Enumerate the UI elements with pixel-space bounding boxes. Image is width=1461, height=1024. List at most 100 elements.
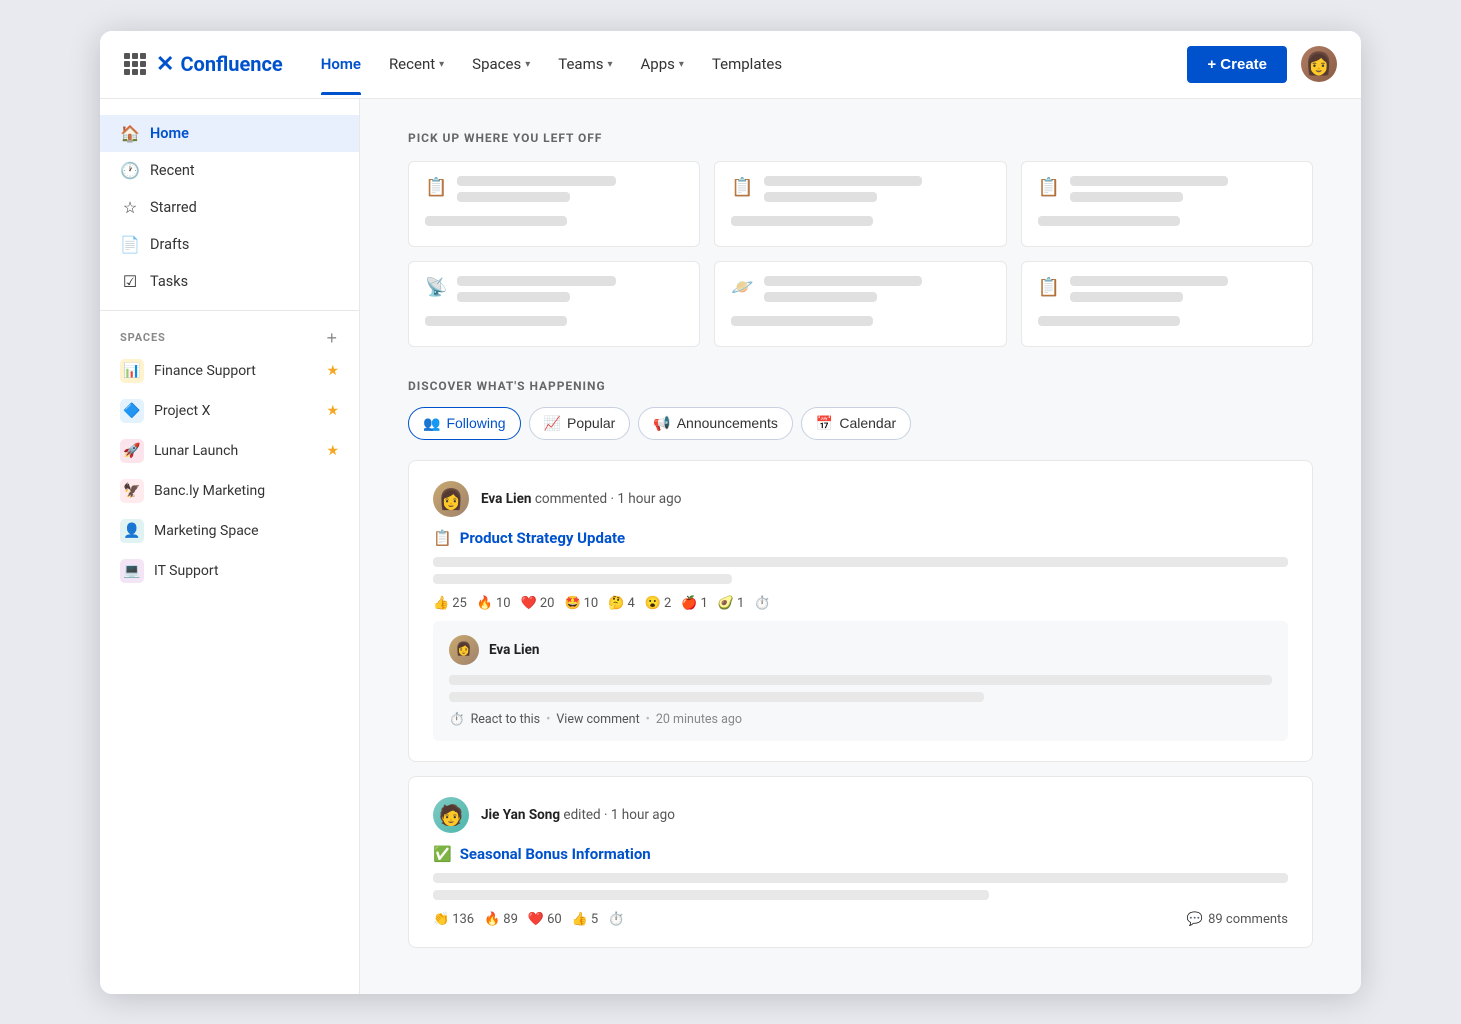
sidebar-item-home[interactable]: 🏠 Home [100, 115, 359, 152]
reaction-fire[interactable]: 🔥 10 [477, 596, 511, 611]
reaction-timer[interactable]: ⏱️ [608, 912, 624, 927]
reaction-clap[interactable]: 👏 136 [433, 912, 474, 927]
nav-spaces[interactable]: Spaces ▾ [458, 33, 544, 95]
card-content [764, 176, 990, 208]
card-line [457, 176, 615, 186]
card-line [731, 316, 873, 326]
activity-card: 👩 Eva Lien commented · 1 hour ago 📋 Prod… [408, 460, 1313, 762]
confluence-logo[interactable]: ✕ Confluence [156, 52, 283, 77]
card-line [1070, 276, 1228, 286]
sidebar-item-marketing-space[interactable]: 👤 Marketing Space [100, 511, 359, 551]
sidebar-item-it-support[interactable]: 💻 IT Support [100, 551, 359, 591]
finance-support-icon: 📊 [120, 359, 144, 383]
content-line [449, 692, 984, 702]
star-icon: ★ [326, 443, 339, 459]
card-line [457, 292, 570, 302]
activity-meta: Eva Lien commented · 1 hour ago [481, 491, 681, 507]
activity-card-footer: 👏 136 🔥 89 ❤️ 60 👍 5 ⏱️ 💬 89 comments [433, 912, 1288, 927]
recent-card[interactable]: 📡 [408, 261, 700, 347]
recent-card[interactable]: 📋 [714, 161, 1006, 247]
add-space-button[interactable]: + [324, 329, 339, 347]
card-content [1070, 176, 1296, 208]
logo-text: Confluence [180, 52, 282, 76]
doc-icon: 📋 [1038, 277, 1060, 298]
content-line [433, 873, 1288, 883]
activity-content-preview [433, 873, 1288, 900]
card-line [1038, 216, 1180, 226]
sidebar-item-tasks[interactable]: ☑ Tasks [100, 263, 359, 300]
sidebar-item-recent[interactable]: 🕐 Recent [100, 152, 359, 189]
reaction-avocado[interactable]: 🥑 1 [718, 596, 745, 611]
nav-templates[interactable]: Templates [698, 33, 796, 95]
tab-calendar[interactable]: 📅 Calendar [801, 407, 911, 440]
reaction-timer[interactable]: ⏱️ [754, 596, 770, 611]
reaction-heart[interactable]: ❤️ 60 [528, 912, 562, 927]
recent-card[interactable]: 📋 [408, 161, 700, 247]
clock-icon: 🕐 [120, 161, 140, 180]
tab-announcements[interactable]: 📢 Announcements [638, 407, 793, 440]
card-line [1038, 316, 1180, 326]
grid-icon[interactable] [124, 53, 146, 75]
card-header: 📡 [425, 276, 683, 308]
react-link[interactable]: React to this [471, 712, 541, 727]
reaction-apple[interactable]: 🍎 1 [681, 596, 708, 611]
sidebar-item-drafts[interactable]: 📄 Drafts [100, 226, 359, 263]
comments-count[interactable]: 💬 89 comments [1187, 912, 1288, 927]
nav-home[interactable]: Home [307, 33, 375, 95]
reaction-fire[interactable]: 🔥 89 [484, 912, 518, 927]
card-line [731, 216, 873, 226]
user-avatar[interactable]: 👩 [1301, 46, 1337, 82]
chevron-down-icon: ▾ [607, 59, 612, 70]
lunar-launch-icon: 🚀 [120, 439, 144, 463]
nav-apps[interactable]: Apps ▾ [627, 33, 698, 95]
card-line [764, 276, 922, 286]
activity-doc-link[interactable]: ✅ Seasonal Bonus Information [433, 845, 1288, 863]
calendar-icon: 📅 [816, 415, 833, 432]
tab-popular[interactable]: 📈 Popular [529, 407, 631, 440]
reaction-thinking[interactable]: 🤔 4 [608, 596, 635, 611]
reaction-surprised[interactable]: 😮 2 [645, 596, 672, 611]
project-x-icon: 🔷 [120, 399, 144, 423]
recent-card[interactable]: 📋 [1021, 161, 1313, 247]
card-line [764, 292, 877, 302]
card-header: 📋 [1038, 176, 1296, 208]
sidebar: 🏠 Home 🕐 Recent ☆ Starred 📄 Drafts ☑ Tas… [100, 99, 360, 994]
sidebar-item-starred[interactable]: ☆ Starred [100, 189, 359, 226]
chevron-down-icon: ▾ [679, 59, 684, 70]
star-icon: ☆ [120, 198, 140, 217]
sidebar-item-bancly-marketing[interactable]: 🦅 Banc.ly Marketing [100, 471, 359, 511]
star-icon: ★ [326, 403, 339, 419]
content-line [433, 574, 732, 584]
nav-teams[interactable]: Teams ▾ [544, 33, 626, 95]
activity-card: 🧑 Jie Yan Song edited · 1 hour ago ✅ Sea… [408, 776, 1313, 948]
top-navigation: ✕ Confluence Home Recent ▾ Spaces ▾ Team… [100, 31, 1361, 99]
nav-recent[interactable]: Recent ▾ [375, 33, 458, 95]
logo-x-icon: ✕ [156, 52, 174, 77]
sidebar-item-project-x[interactable]: 🔷 Project X ★ [100, 391, 359, 431]
doc-icon: 📋 [1038, 177, 1060, 198]
create-button[interactable]: + Create [1187, 46, 1287, 83]
task-icon: ☑ [120, 272, 140, 291]
reaction-thumbsup[interactable]: 👍 25 [433, 596, 467, 611]
comment-user-avatar: 👩 [449, 635, 479, 665]
reaction-star-eyes[interactable]: 🤩 10 [564, 596, 598, 611]
sidebar-item-lunar-launch[interactable]: 🚀 Lunar Launch ★ [100, 431, 359, 471]
activity-doc-link[interactable]: 📋 Product Strategy Update [433, 529, 1288, 547]
sidebar-item-finance-support[interactable]: 📊 Finance Support ★ [100, 351, 359, 391]
content-line [433, 890, 989, 900]
tab-following[interactable]: 👥 Following [408, 407, 521, 440]
recent-card[interactable]: 📋 [1021, 261, 1313, 347]
main-layout: 🏠 Home 🕐 Recent ☆ Starred 📄 Drafts ☑ Tas… [100, 99, 1361, 994]
reaction-heart[interactable]: ❤️ 20 [521, 596, 555, 611]
card-content [764, 276, 990, 308]
card-line [764, 176, 922, 186]
doc-icon: 📋 [731, 177, 753, 198]
activity-content-preview [433, 557, 1288, 584]
recent-card[interactable]: 🪐 [714, 261, 1006, 347]
reaction-thumbsup[interactable]: 👍 5 [572, 912, 599, 927]
card-header: 📋 [731, 176, 989, 208]
sidebar-divider [100, 310, 359, 311]
comment-bubble-icon: 💬 [1187, 912, 1203, 927]
following-icon: 👥 [423, 415, 440, 432]
view-comment-link[interactable]: View comment [556, 712, 639, 727]
